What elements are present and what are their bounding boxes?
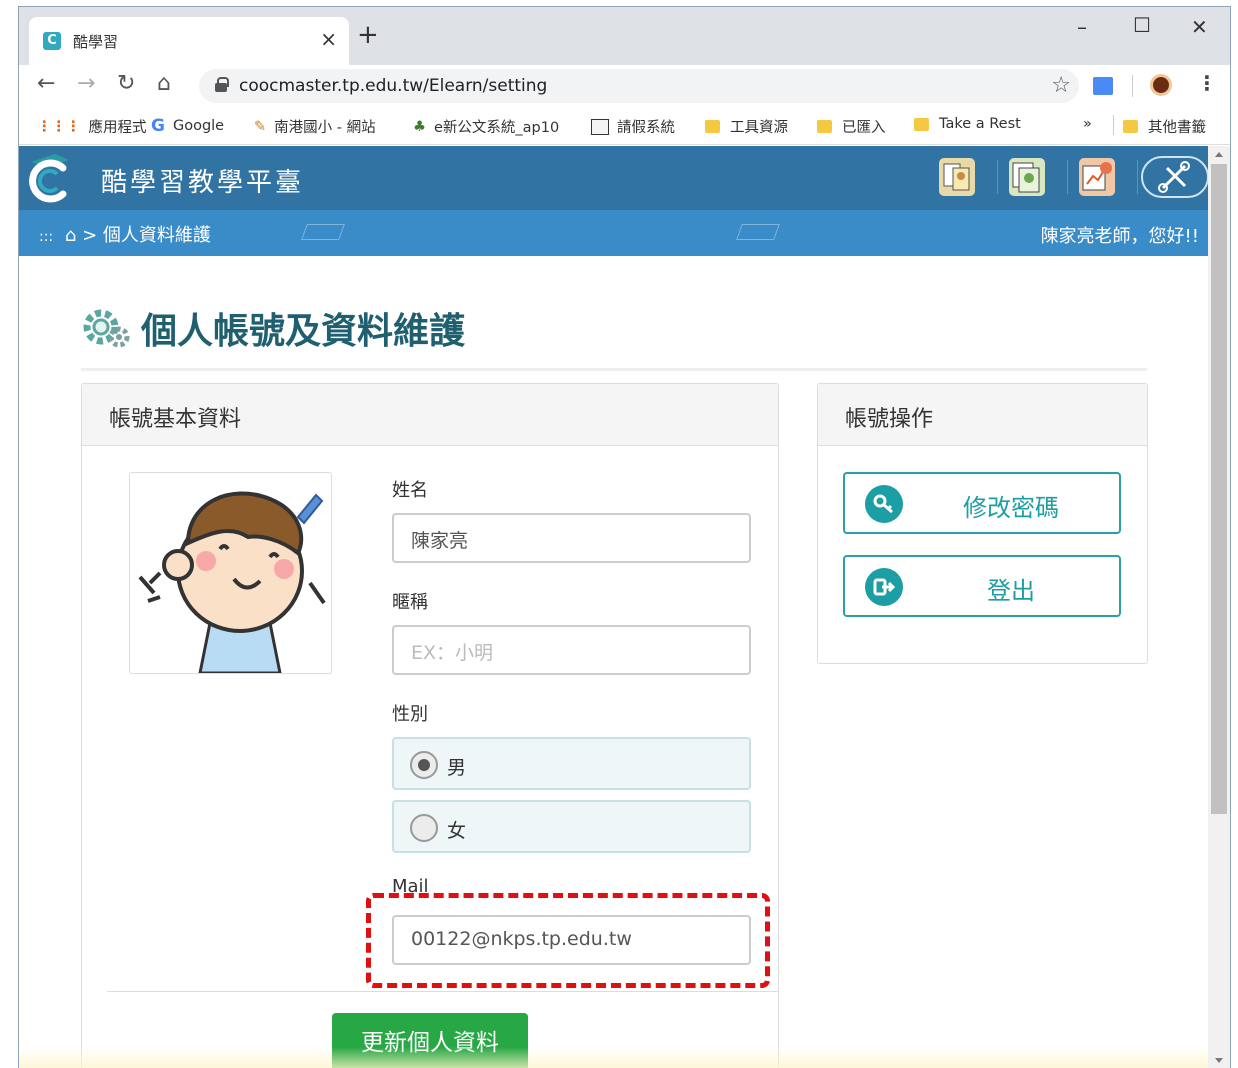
bookmark-edoc[interactable]: ♣ e新公文系統_ap10 — [413, 116, 559, 137]
home-icon[interactable]: ⌂ — [65, 225, 76, 246]
bookmark-folder-other[interactable]: 其他書籤 — [1123, 116, 1206, 137]
breadcrumb-bar: ::: ⌂ > 個人資料維護 陳家亮老師，您好!! — [19, 210, 1209, 256]
bookmark-google[interactable]: G Google — [151, 116, 224, 136]
user-greeting: 陳家亮老師，您好!! — [1040, 226, 1199, 247]
logout-label: 登出 — [987, 577, 1035, 605]
logout-button[interactable]: 登出 — [843, 555, 1121, 617]
bookmark-leave[interactable]: 請假系統 — [591, 116, 675, 137]
folder-icon — [1123, 120, 1138, 133]
student-cards-icon[interactable] — [939, 158, 975, 196]
maximize-button[interactable]: ☐ — [1133, 13, 1151, 37]
google-icon: G — [151, 116, 165, 136]
avatar-illustration — [138, 491, 326, 673]
bookmark-folder-tools[interactable]: 工具資源 — [705, 116, 788, 137]
report-chart-icon[interactable] — [1079, 158, 1115, 196]
settings-tools-icon[interactable] — [1141, 156, 1209, 198]
scrollbar-thumb[interactable] — [1211, 164, 1227, 814]
browser-titlebar: C 酷學習 × + – ☐ ✕ — [19, 7, 1230, 65]
gender-option-label: 男 — [447, 757, 467, 779]
toolbar-divider — [1132, 75, 1133, 97]
e-doc-icon: ♣ — [413, 118, 426, 135]
page-title: 個人帳號及資料維護 — [81, 302, 465, 354]
decorative-shape — [301, 224, 345, 240]
change-password-button[interactable]: 修改密碼 — [843, 472, 1121, 534]
folder-icon — [705, 120, 720, 133]
gender-option-male[interactable]: 男 — [392, 737, 751, 790]
breadcrumb-separator: > — [82, 225, 98, 246]
site-header: 酷學習教學平臺 — [19, 146, 1209, 210]
bookmark-nangang[interactable]: ✎ 南港國小 - 網站 — [254, 116, 376, 137]
bookmarks-divider — [1113, 115, 1114, 135]
nickname-input[interactable]: EX：小明 — [392, 625, 751, 675]
resources-icon[interactable] — [1009, 158, 1045, 196]
header-divider — [1067, 160, 1068, 194]
site-logo-icon[interactable] — [25, 152, 75, 204]
minimize-button[interactable]: – — [1077, 15, 1087, 39]
new-tab-button[interactable]: + — [357, 22, 379, 48]
site-title: 酷學習教學平臺 — [101, 168, 305, 198]
avatar[interactable] — [129, 472, 332, 674]
header-divider — [997, 160, 998, 194]
mail-highlight-annotation — [366, 893, 770, 988]
browser-toolbar: ← → ↻ ⌂ coocmaster.tp.edu.tw/Elearn/sett… — [19, 65, 1230, 105]
change-password-label: 修改密碼 — [963, 494, 1059, 522]
home-icon[interactable]: ⌂ — [157, 71, 171, 96]
address-bar[interactable]: coocmaster.tp.edu.tw/Elearn/setting ☆ — [199, 69, 1079, 103]
bookmark-folder-take-a-rest[interactable]: Take a Rest — [914, 116, 1021, 132]
apps-grid-icon: ⋮⋮⋮ — [37, 118, 81, 135]
profile-avatar-icon[interactable] — [1150, 74, 1172, 96]
radio-button-checked[interactable] — [410, 751, 438, 779]
gear-icon — [83, 309, 130, 348]
logout-icon — [865, 568, 903, 606]
page-viewport: 酷學習教學平臺 ::: ⌂ > 個人資料維護 陳家亮老師，您好!! 個人帳號及資… — [19, 146, 1209, 1068]
forward-arrow-icon[interactable]: → — [77, 71, 95, 96]
breadcrumb: ::: ⌂ > 個人資料維護 — [39, 221, 211, 247]
tab-title: 酷學習 — [73, 33, 119, 51]
reload-icon[interactable]: ↻ — [117, 71, 135, 96]
back-arrow-icon[interactable]: ← — [37, 71, 55, 96]
bookmarks-overflow-button[interactable]: » — [1083, 116, 1092, 132]
gender-option-label: 女 — [447, 820, 467, 842]
page-title-text: 個人帳號及資料維護 — [141, 311, 466, 352]
title-divider — [81, 368, 1147, 371]
close-window-button[interactable]: ✕ — [1191, 15, 1208, 39]
bookmark-apps[interactable]: ⋮⋮⋮ 應用程式 — [37, 116, 147, 137]
gender-label: 性別 — [392, 704, 428, 725]
bookmark-folder-imported[interactable]: 已匯入 — [817, 116, 886, 137]
account-panel-heading: 帳號操作 — [818, 384, 1147, 446]
scroll-down-arrow-icon[interactable] — [1215, 1058, 1223, 1063]
browser-tab[interactable]: C 酷學習 × — [29, 17, 349, 65]
pencil-ruler-icon: ✎ — [254, 118, 267, 135]
tab-close-icon[interactable]: × — [320, 27, 337, 51]
folder-icon — [817, 120, 832, 133]
translate-extension-icon[interactable] — [1093, 77, 1113, 95]
radio-button[interactable] — [410, 814, 438, 842]
breadcrumb-current: 個人資料維護 — [102, 225, 211, 246]
nickname-label: 暱稱 — [392, 592, 428, 613]
name-input[interactable]: 陳家亮 — [392, 513, 751, 563]
browser-window: C 酷學習 × + – ☐ ✕ ← → ↻ ⌂ coocmaster.tp.ed… — [18, 6, 1231, 1068]
page-scrollbar[interactable] — [1208, 146, 1230, 1068]
url-text: coocmaster.tp.edu.tw/Elearn/setting — [239, 76, 548, 96]
profile-panel-heading: 帳號基本資料 — [82, 384, 778, 446]
leave-system-icon — [591, 118, 609, 135]
site-favicon-icon: C — [43, 32, 61, 50]
scroll-up-arrow-icon[interactable] — [1215, 152, 1223, 157]
gender-option-female[interactable]: 女 — [392, 800, 751, 853]
bookmarks-bar: ⋮⋮⋮ 應用程式 G Google ✎ 南港國小 - 網站 ♣ e新公文系統_a… — [19, 105, 1230, 145]
decorative-shape — [736, 224, 780, 240]
lock-icon — [215, 77, 229, 92]
breadcrumb-dots: ::: — [39, 229, 54, 245]
folder-icon — [914, 117, 929, 131]
browser-menu-icon[interactable]: ⋮ — [1197, 71, 1217, 95]
page-bottom-glow — [19, 1047, 1209, 1068]
header-divider — [1137, 160, 1138, 194]
form-divider — [107, 991, 778, 992]
name-label: 姓名 — [392, 480, 428, 501]
bookmark-star-icon[interactable]: ☆ — [1051, 73, 1071, 98]
key-icon — [865, 485, 903, 523]
